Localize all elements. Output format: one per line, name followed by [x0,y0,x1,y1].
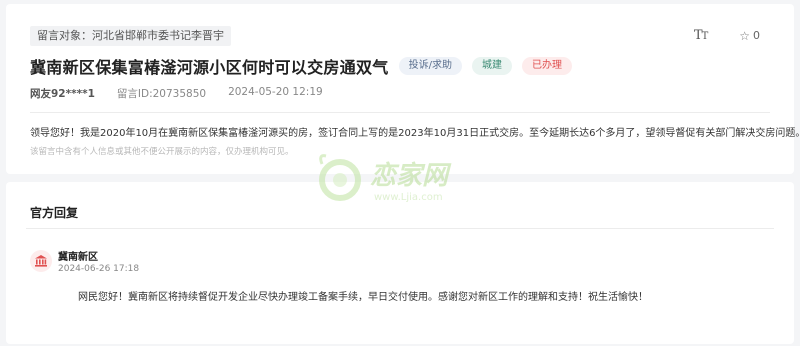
reply-datetime: 2024-06-26 17:18 [58,264,140,274]
favorite-count: 0 [753,29,760,42]
reply-content: 网民您好！冀南新区将持续督促开发企业尽快办理竣工备案手续，早日交付使用。感谢您对… [78,292,648,303]
divider [30,112,770,113]
message-card: 留言对象：河北省邯郸市委书记李晋宇 TT ☆ 0 冀南新区保集富椿滏河源小区何时… [6,4,800,174]
message-target-tag: 留言对象：河北省邯郸市委书记李晋宇 [30,26,231,46]
title-row: 冀南新区保集富椿滏河源小区何时可以交房通双气 投诉/求助 城建 已办理 [30,54,572,78]
message-id: 留言ID:20735850 [116,88,207,100]
text-size-icon[interactable]: TT [694,28,708,43]
message-tools: TT ☆ 0 [694,28,760,43]
star-icon: ☆ [739,28,750,43]
user-name: 网友92****1 [30,88,95,100]
reply-department: 冀南新区 [58,252,98,263]
reply-card: 官方回复 冀南新区 2024-06-26 17:18 网民您好！冀南新区将持续督… [6,182,794,344]
message-datetime: 2024-05-20 12:19 [228,86,323,98]
status-badge: 已办理 [521,57,572,75]
message-title: 冀南新区保集富椿滏河源小区何时可以交房通双气 [30,58,389,77]
divider [26,228,774,229]
government-building-icon [35,255,47,267]
reply-section-title: 官方回复 [30,206,79,220]
message-meta: 网友92****1 留言ID:20735850 2024-05-20 12:19 [30,86,323,101]
message-content: 领导您好！我是2020年10月在冀南新区保集富椿滏河源买的房，签订合同上写的是2… [30,128,800,139]
favorite-button[interactable]: ☆ 0 [739,29,760,43]
category-badge: 投诉/求助 [398,57,462,75]
avatar [30,250,52,272]
privacy-notice: 该留言中含有个人信息或其他不便公开展示的内容，仅办理机构可见。 [30,147,294,157]
field-badge: 城建 [471,57,512,75]
